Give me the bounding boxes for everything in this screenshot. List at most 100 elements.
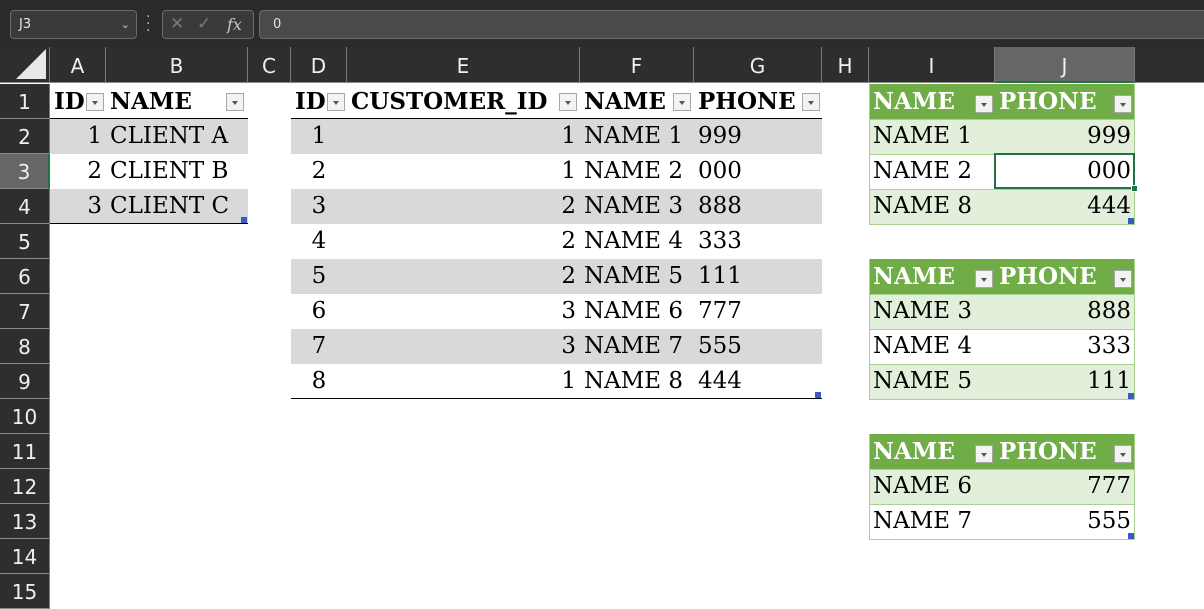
cell-name[interactable]: NAME 6: [580, 294, 694, 329]
cell-customer-id[interactable]: 3: [347, 329, 580, 364]
column-header-i[interactable]: I: [869, 47, 995, 83]
filter-dropdown-phone[interactable]: [1114, 445, 1132, 463]
cell-name[interactable]: NAME 5: [580, 259, 694, 294]
chevron-down-icon[interactable]: ⌄: [121, 11, 130, 38]
table-resize-handle[interactable]: [241, 217, 247, 223]
row-header-9[interactable]: 9: [0, 364, 50, 399]
cell-id[interactable]: 5: [291, 259, 347, 294]
row-header-8[interactable]: 8: [0, 329, 50, 364]
column-header-b[interactable]: B: [106, 47, 248, 83]
active-cell-selection[interactable]: [994, 153, 1138, 192]
cell-name[interactable]: CLIENT B: [106, 154, 248, 189]
filter-dropdown-name[interactable]: [975, 95, 993, 113]
cell-customer-id[interactable]: 2: [347, 224, 580, 259]
cell-name[interactable]: NAME 3: [869, 294, 995, 329]
filter-dropdown-customer-id[interactable]: [559, 93, 577, 111]
column-header-e[interactable]: E: [347, 47, 580, 83]
cell-customer-id[interactable]: 1: [347, 119, 580, 154]
cell-id[interactable]: 2: [50, 154, 106, 189]
table-resize-handle[interactable]: [1128, 218, 1134, 224]
cell-id[interactable]: 4: [291, 224, 347, 259]
column-header-c[interactable]: C: [248, 47, 291, 83]
table-resize-handle[interactable]: [815, 392, 821, 398]
filter-dropdown-id[interactable]: [327, 93, 345, 111]
cell-name[interactable]: NAME 2: [580, 154, 694, 189]
cell-name[interactable]: NAME 1: [869, 119, 995, 154]
cell-id[interactable]: 8: [291, 364, 347, 399]
cell-phone[interactable]: 999: [694, 119, 822, 154]
row-header-2[interactable]: 2: [0, 119, 50, 154]
cell-id[interactable]: 6: [291, 294, 347, 329]
cell-name[interactable]: CLIENT A: [106, 119, 248, 154]
cell-id[interactable]: 7: [291, 329, 347, 364]
cell-phone[interactable]: 888: [694, 189, 822, 224]
cell-name[interactable]: NAME 6: [869, 469, 995, 504]
cell-name[interactable]: NAME 5: [869, 364, 995, 399]
cell-name[interactable]: NAME 7: [580, 329, 694, 364]
cell-phone[interactable]: 777: [694, 294, 822, 329]
cell-phone[interactable]: 111: [995, 364, 1135, 399]
cell-phone[interactable]: 333: [995, 329, 1135, 364]
cell-phone[interactable]: 333: [694, 224, 822, 259]
cell-customer-id[interactable]: 3: [347, 294, 580, 329]
formula-input[interactable]: 0: [259, 10, 1204, 39]
cell-name[interactable]: NAME 3: [580, 189, 694, 224]
row-header-1[interactable]: 1: [0, 84, 50, 119]
cell-phone[interactable]: 999: [995, 119, 1135, 154]
column-header-a[interactable]: A: [50, 47, 106, 83]
row-header-11[interactable]: 11: [0, 434, 50, 469]
filter-dropdown-phone[interactable]: [1114, 95, 1132, 113]
column-header-g[interactable]: G: [694, 47, 822, 83]
cell-phone[interactable]: 111: [694, 259, 822, 294]
cell-id[interactable]: 2: [291, 154, 347, 189]
column-header-f[interactable]: F: [580, 47, 694, 83]
cell-name[interactable]: NAME 7: [869, 504, 995, 539]
cell-name[interactable]: NAME 4: [580, 224, 694, 259]
cell-phone[interactable]: 000: [694, 154, 822, 189]
cell-phone[interactable]: 444: [694, 364, 822, 399]
filter-dropdown-name[interactable]: [673, 93, 691, 111]
row-header-14[interactable]: 14: [0, 539, 50, 574]
filter-dropdown-phone[interactable]: [802, 93, 820, 111]
fill-handle[interactable]: [1131, 185, 1138, 192]
cancel-icon[interactable]: ✕: [170, 14, 184, 34]
filter-dropdown-name[interactable]: [975, 270, 993, 288]
row-header-12[interactable]: 12: [0, 469, 50, 504]
more-options-icon[interactable]: · · ·: [146, 10, 150, 38]
filter-dropdown-id[interactable]: [86, 93, 104, 111]
cell-name[interactable]: NAME 4: [869, 329, 995, 364]
column-header-h[interactable]: H: [822, 47, 869, 83]
name-box[interactable]: J3 ⌄: [10, 10, 137, 39]
insert-function-icon[interactable]: fx: [227, 15, 242, 34]
row-header-5[interactable]: 5: [0, 224, 50, 259]
cell-phone[interactable]: 555: [995, 504, 1135, 539]
cell-name[interactable]: NAME 1: [580, 119, 694, 154]
cell-customer-id[interactable]: 1: [347, 364, 580, 399]
cell-customer-id[interactable]: 2: [347, 189, 580, 224]
column-header-d[interactable]: D: [291, 47, 347, 83]
select-all-button[interactable]: [0, 47, 50, 83]
row-header-13[interactable]: 13: [0, 504, 50, 539]
filter-dropdown-name[interactable]: [975, 445, 993, 463]
cell-name[interactable]: NAME 8: [580, 364, 694, 399]
cell-id[interactable]: 1: [291, 119, 347, 154]
row-header-4[interactable]: 4: [0, 189, 50, 224]
cell-customer-id[interactable]: 2: [347, 259, 580, 294]
cell-id[interactable]: 3: [50, 189, 106, 224]
filter-dropdown-phone[interactable]: [1114, 270, 1132, 288]
cell-id[interactable]: 1: [50, 119, 106, 154]
cell-phone[interactable]: 444: [995, 189, 1135, 224]
cell-phone[interactable]: 555: [694, 329, 822, 364]
cell-id[interactable]: 3: [291, 189, 347, 224]
table-resize-handle[interactable]: [1128, 393, 1134, 399]
column-header-j[interactable]: J: [995, 47, 1135, 83]
row-header-6[interactable]: 6: [0, 259, 50, 294]
enter-icon[interactable]: ✓: [197, 14, 211, 34]
filter-dropdown-name[interactable]: [226, 93, 244, 111]
cell-name[interactable]: NAME 8: [869, 189, 995, 224]
cell-name[interactable]: NAME 2: [869, 154, 995, 189]
cell-phone[interactable]: 777: [995, 469, 1135, 504]
row-header-10[interactable]: 10: [0, 399, 50, 434]
table-resize-handle[interactable]: [1128, 533, 1134, 539]
cell-name[interactable]: CLIENT C: [106, 189, 248, 224]
